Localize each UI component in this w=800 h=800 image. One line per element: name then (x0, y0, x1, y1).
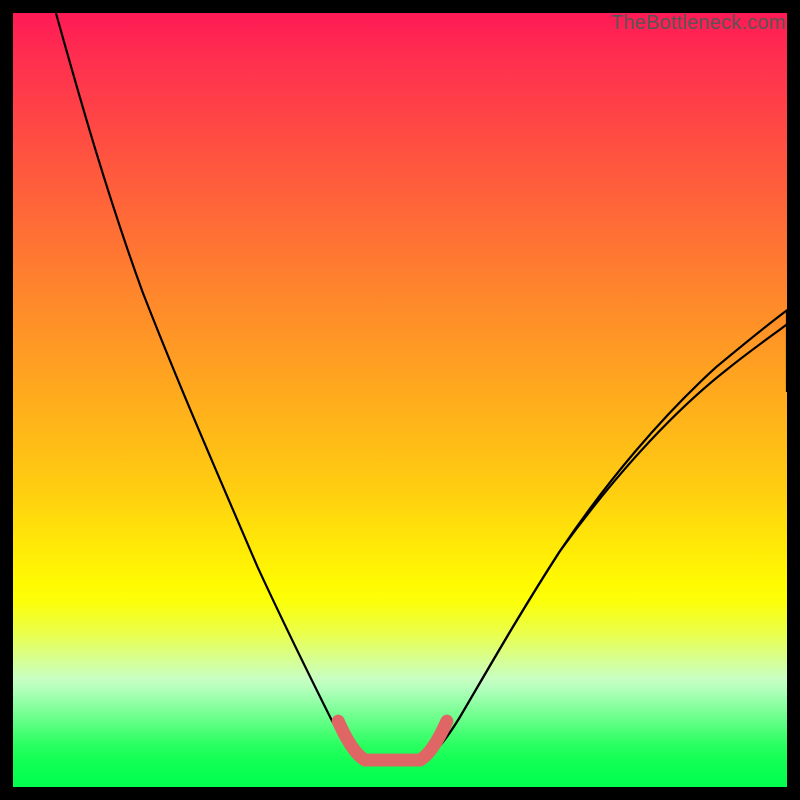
right-curve-path (420, 310, 787, 761)
right-curve-path-main (420, 324, 787, 761)
watermark-text: TheBottleneck.com (611, 12, 786, 35)
plot-frame (12, 12, 788, 788)
bottom-mark-path (338, 721, 447, 760)
left-curve-path (56, 13, 364, 761)
chart-svg (13, 13, 787, 787)
plot-area (13, 13, 787, 787)
